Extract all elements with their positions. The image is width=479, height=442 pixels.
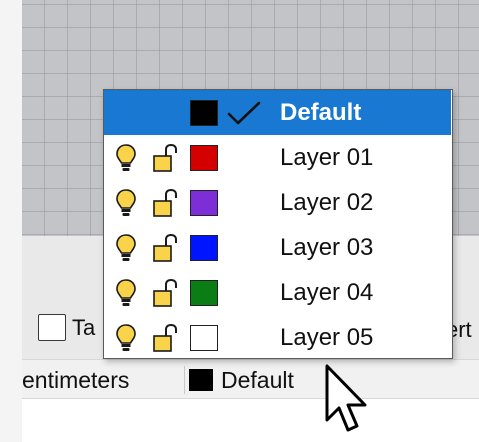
layer-color-swatch[interactable]: [190, 100, 218, 126]
current-layer-swatch[interactable]: [189, 369, 213, 391]
unlocked-padlock-icon[interactable]: [151, 143, 181, 173]
layer-color-swatch[interactable]: [190, 280, 218, 306]
lightbulb-icon[interactable]: [115, 188, 137, 218]
checkbox-label: Ta: [72, 315, 96, 340]
mouse-pointer-icon: [325, 364, 367, 432]
lightbulb-icon[interactable]: [115, 143, 137, 173]
unlocked-padlock-icon[interactable]: [151, 233, 181, 263]
layer-name: Layer 05: [280, 324, 374, 351]
status-divider: [184, 366, 185, 394]
layer-row-02[interactable]: Layer 02: [104, 180, 451, 225]
lightbulb-icon[interactable]: [115, 323, 137, 353]
layer-row-05[interactable]: Layer 05: [104, 315, 451, 360]
status-bar: entimeters Default: [22, 359, 479, 399]
layer-row-03[interactable]: Layer 03: [104, 225, 451, 270]
unlocked-padlock-icon[interactable]: [151, 323, 181, 353]
units-label[interactable]: entimeters: [22, 366, 129, 394]
unlocked-padlock-icon[interactable]: [151, 278, 181, 308]
layer-name: Layer 02: [280, 189, 374, 216]
unlocked-padlock-icon[interactable]: [151, 188, 181, 218]
left-edge-panel: [0, 0, 22, 442]
layer-row-04[interactable]: Layer 04: [104, 270, 451, 315]
layer-name: Layer 03: [280, 234, 374, 261]
layer-color-swatch[interactable]: [190, 145, 218, 171]
layer-name: Layer 01: [280, 144, 374, 171]
layer-name: Layer 04: [280, 279, 374, 306]
layer-color-swatch[interactable]: [190, 190, 218, 216]
layer-row-default[interactable]: Default: [104, 90, 451, 135]
layer-color-swatch[interactable]: [190, 235, 218, 261]
layer-color-swatch[interactable]: [190, 325, 218, 351]
checkbox[interactable]: [38, 314, 66, 341]
current-layer-button[interactable]: Default: [221, 366, 294, 394]
layer-row-01[interactable]: Layer 01: [104, 135, 451, 180]
lightbulb-icon[interactable]: [115, 233, 137, 263]
layer-name: Default: [280, 99, 362, 126]
lightbulb-icon[interactable]: [115, 278, 137, 308]
layer-dropdown[interactable]: Default Layer 01 Layer 02 Layer 03 Layer…: [103, 89, 453, 359]
checkmark-icon: [227, 101, 261, 125]
